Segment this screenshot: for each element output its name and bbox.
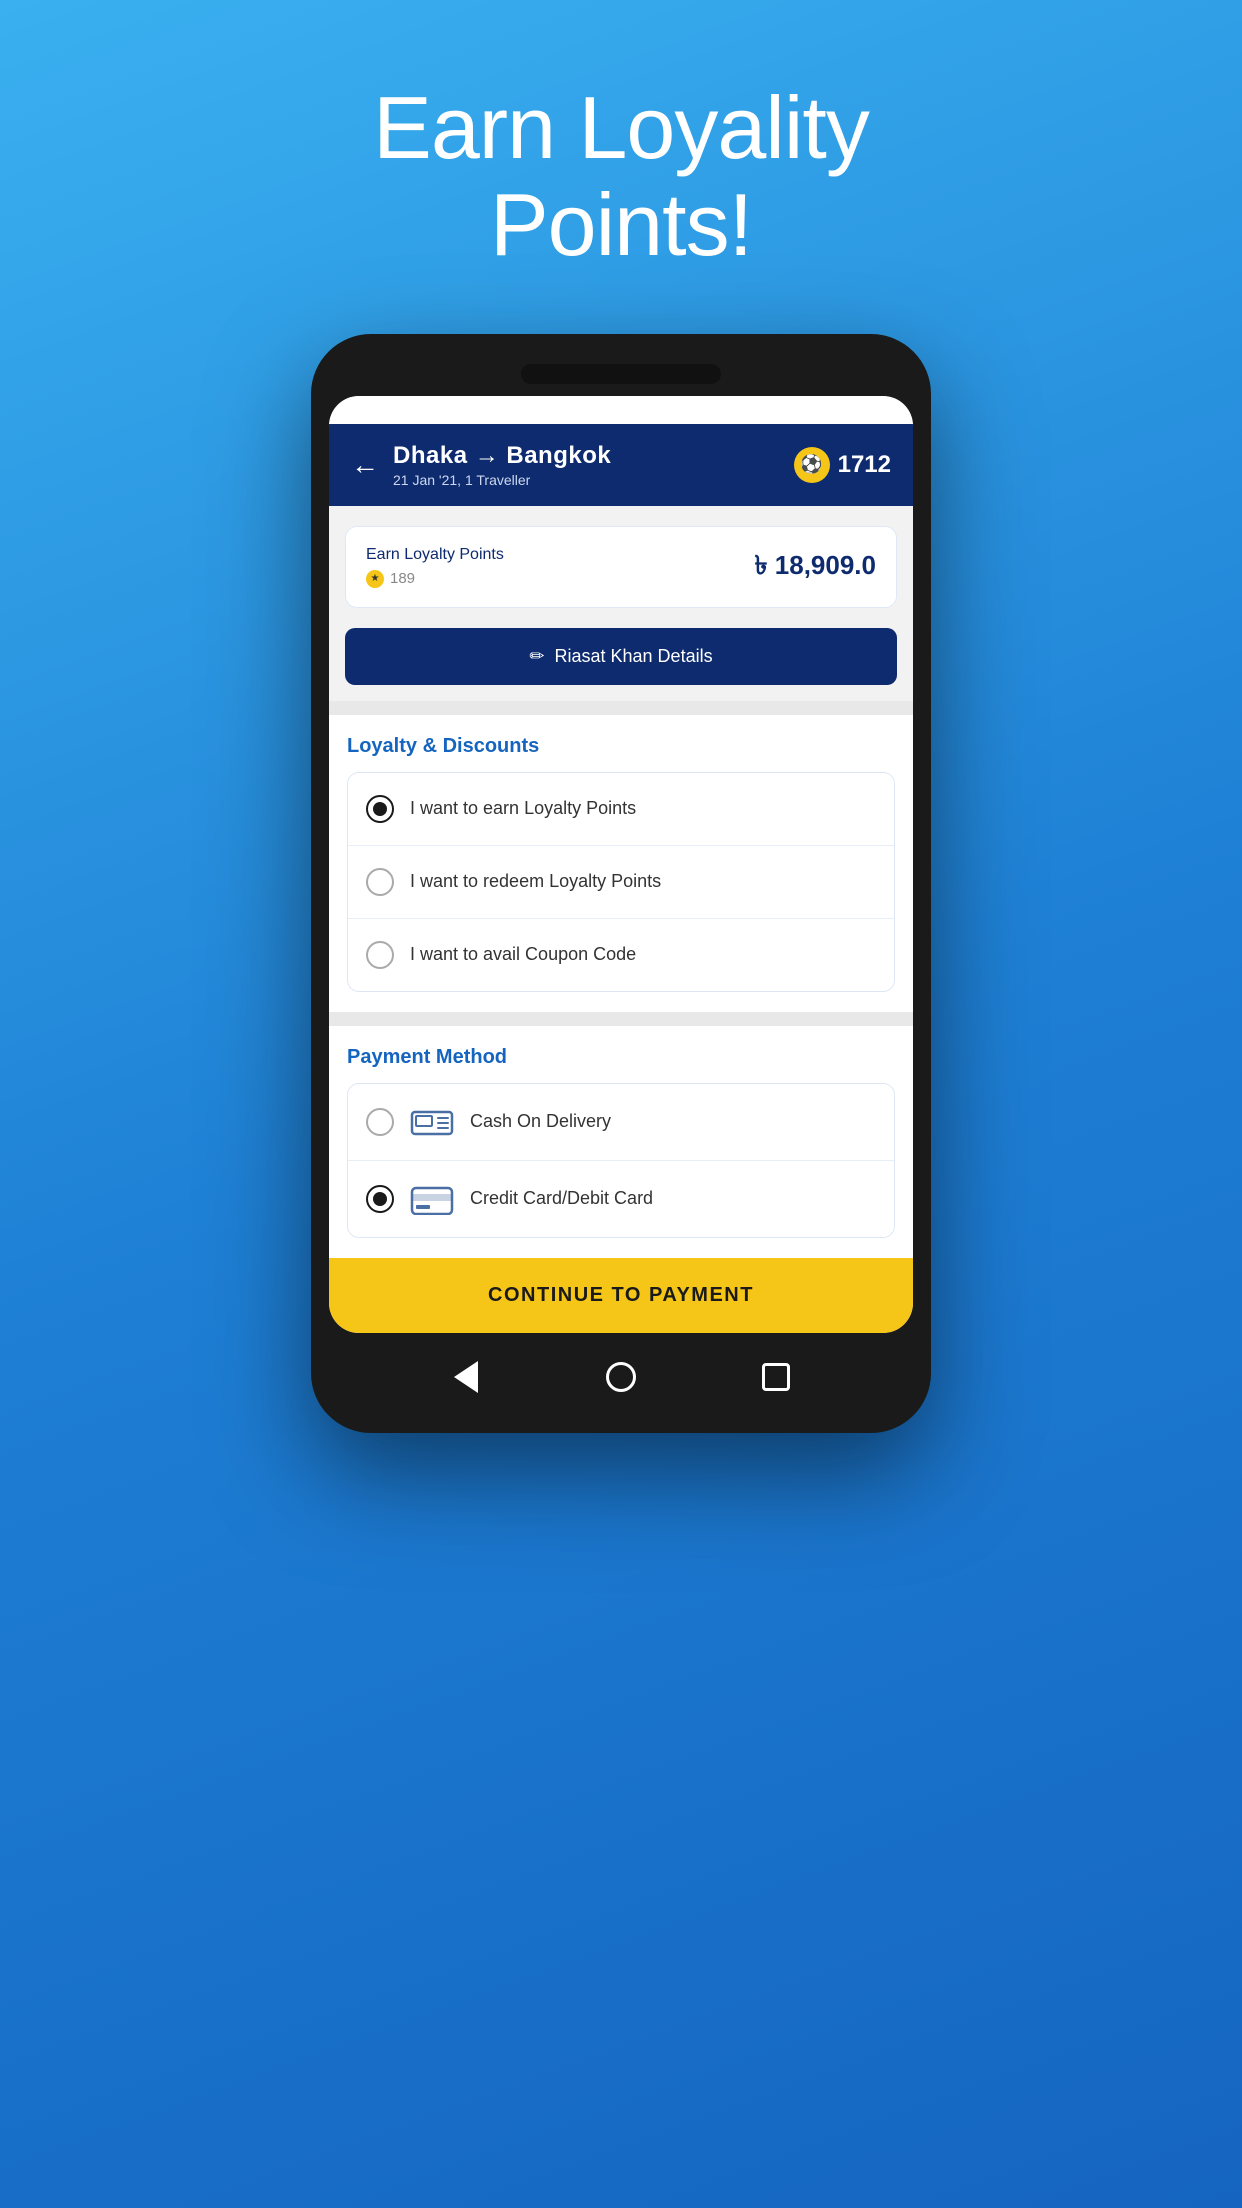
recent-nav-button[interactable] — [758, 1359, 794, 1395]
radio-label-earn: I want to earn Loyalty Points — [410, 798, 636, 819]
loyalty-radio-group: I want to earn Loyalty Points I want to … — [347, 772, 895, 992]
radio-inner-card — [373, 1192, 387, 1206]
radio-circle-redeem — [366, 868, 394, 896]
home-nav-button[interactable] — [603, 1359, 639, 1395]
phone-screen: ← Dhaka → Bangkok 21 Jan '21, 1 Travelle… — [329, 396, 913, 1333]
back-nav-icon — [454, 1361, 478, 1393]
radio-option-card[interactable]: Credit Card/Debit Card — [348, 1161, 894, 1237]
radio-inner-earn — [373, 802, 387, 816]
radio-label-cod: Cash On Delivery — [470, 1111, 611, 1132]
recent-nav-icon — [762, 1363, 790, 1391]
payment-section-title: Payment Method — [347, 1046, 895, 1069]
radio-label-redeem: I want to redeem Loyalty Points — [410, 871, 661, 892]
home-nav-icon — [606, 1362, 636, 1392]
radio-option-earn[interactable]: I want to earn Loyalty Points — [348, 773, 894, 846]
back-button[interactable]: ← — [351, 451, 379, 479]
loyalty-card-label: Earn Loyalty Points — [366, 546, 504, 564]
back-nav-button[interactable] — [448, 1359, 484, 1395]
section-divider-2 — [329, 1012, 913, 1026]
radio-circle-card — [366, 1185, 394, 1213]
radio-circle-cod — [366, 1108, 394, 1136]
pencil-icon: ✏ — [529, 646, 544, 667]
radio-option-cod[interactable]: Cash On Delivery — [348, 1084, 894, 1161]
coin-icon: ⚽ — [794, 447, 830, 483]
radio-option-redeem[interactable]: I want to redeem Loyalty Points — [348, 846, 894, 919]
radio-option-coupon[interactable]: I want to avail Coupon Code — [348, 919, 894, 991]
points-value: 1712 — [838, 451, 891, 479]
nav-header: ← Dhaka → Bangkok 21 Jan '21, 1 Travelle… — [329, 424, 913, 506]
small-coin-icon: ★ — [366, 570, 384, 588]
payment-section: Payment Method Cash On Deliv — [329, 1026, 913, 1258]
loyalty-section: Loyalty & Discounts I want to earn Loyal… — [329, 715, 913, 1012]
details-button-label: Riasat Khan Details — [555, 646, 713, 667]
radio-circle-earn — [366, 795, 394, 823]
continue-button[interactable]: CONTINUE TO PAYMENT — [329, 1258, 913, 1333]
radio-label-coupon: I want to avail Coupon Code — [410, 944, 636, 965]
loyalty-card-price: ৳ 18,909.0 — [755, 545, 876, 589]
cash-icon — [410, 1106, 454, 1138]
phone-bottom-nav — [329, 1341, 913, 1413]
route-text: Dhaka → Bangkok — [393, 442, 611, 470]
details-button[interactable]: ✏ Riasat Khan Details — [345, 628, 897, 685]
section-divider-1 — [329, 701, 913, 715]
phone-top-bar — [521, 364, 721, 384]
radio-circle-coupon — [366, 941, 394, 969]
points-badge: ⚽ 1712 — [794, 447, 891, 483]
loyalty-section-title: Loyalty & Discounts — [347, 735, 895, 758]
page-title: Earn Loyality Points! — [373, 80, 869, 274]
route-sub: 21 Jan '21, 1 Traveller — [393, 472, 611, 488]
phone-device: ← Dhaka → Bangkok 21 Jan '21, 1 Travelle… — [311, 334, 931, 1433]
loyalty-card: Earn Loyalty Points ★ 189 ৳ 18,909.0 — [345, 526, 897, 608]
radio-label-card: Credit Card/Debit Card — [470, 1188, 653, 1209]
screen-top — [329, 396, 913, 424]
payment-radio-group: Cash On Delivery Credit Card/Debit Card — [347, 1083, 895, 1238]
loyalty-points-count: 189 — [390, 570, 415, 587]
card-icon — [410, 1183, 454, 1215]
